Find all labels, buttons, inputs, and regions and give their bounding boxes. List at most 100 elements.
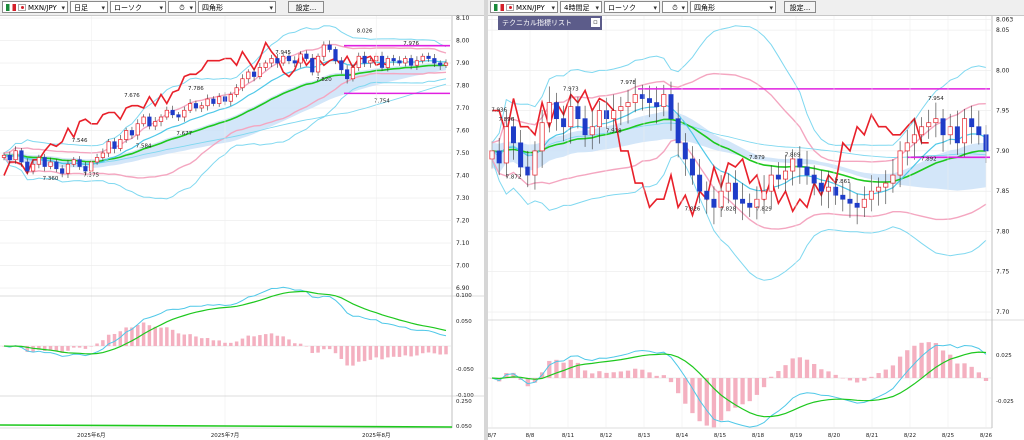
macd-histogram-bar	[769, 376, 774, 378]
candle-body	[275, 58, 280, 64]
candle-body	[647, 98, 653, 103]
candle-body	[263, 62, 268, 68]
macd-histogram-bar	[826, 371, 831, 378]
y-tick-label: 8.05	[996, 27, 1010, 34]
macd-histogram-bar	[304, 346, 309, 347]
macd-histogram-bar	[194, 336, 198, 346]
y-tick-label: 7.10	[456, 240, 470, 247]
candle-body	[618, 106, 624, 111]
candle-body	[718, 190, 724, 208]
candle-body	[825, 186, 831, 192]
indicator-list-popup[interactable]: テクニカル指標リスト ▫	[498, 16, 602, 30]
candle-body	[234, 87, 239, 95]
price-annotation: 7.754	[374, 98, 390, 104]
candle-body	[339, 60, 344, 71]
candle-body	[7, 154, 12, 161]
macd-histogram-bar	[316, 346, 320, 353]
macd-histogram-bar	[962, 363, 967, 378]
candle-body	[443, 62, 449, 66]
macd-histogram-bar	[804, 359, 810, 378]
candle-body	[385, 58, 390, 68]
candle-body	[30, 163, 36, 172]
candle-body	[911, 134, 917, 144]
macd-histogram-bar	[397, 346, 402, 357]
macd-histogram-bar	[582, 370, 588, 378]
macd-histogram-bar	[869, 376, 874, 378]
macd-histogram-bar	[72, 346, 76, 348]
candle-body	[811, 174, 817, 184]
candle-body	[604, 110, 610, 120]
macd-histogram-bar	[217, 340, 221, 346]
x-tick-label: 8/12	[600, 433, 612, 439]
macd-histogram-bar	[89, 346, 93, 347]
macd-histogram-bar	[438, 346, 442, 355]
candle-body	[368, 60, 373, 64]
y-tick-label: 7.95	[996, 108, 1010, 115]
candle-body	[356, 55, 361, 68]
macd-histogram-bar	[380, 346, 384, 360]
y-tick-label: 8.063	[996, 17, 1013, 24]
candle-body	[251, 71, 257, 77]
h4-chart-svg: 8.063 8.05 8.00 7.95 7.90 7.85 7.80 7.75 7.70 7.9…	[488, 16, 1024, 439]
macd-histogram-bar	[275, 335, 280, 346]
macd-histogram-bar	[153, 326, 157, 346]
candle-body	[315, 55, 321, 73]
candle-body	[632, 94, 638, 103]
candle-body	[310, 58, 315, 73]
candle-body	[71, 159, 76, 165]
price-annotation: 7.896	[498, 117, 514, 123]
candle-body	[868, 190, 874, 200]
candle-body	[954, 126, 960, 144]
screen: MXN/JPY 日足 ローソク ⏱ 四角形 設定... 8.108.007.90…	[0, 0, 1024, 440]
candle-body	[768, 174, 774, 192]
macd-histogram-bar	[618, 371, 624, 378]
candle-body	[106, 141, 111, 154]
macd-histogram-bar	[604, 372, 609, 378]
macd-histogram-bar	[339, 346, 344, 359]
candle-body	[596, 110, 602, 128]
close-icon[interactable]: ▫	[591, 18, 600, 27]
candle-body	[682, 142, 688, 160]
macd-histogram-bar	[726, 378, 731, 412]
candle-body	[420, 55, 425, 62]
y-tick-label: 7.85	[996, 188, 1010, 195]
candle-body	[141, 116, 146, 125]
macd-histogram-bar	[136, 324, 140, 346]
macd-histogram-bar	[351, 346, 355, 366]
price-annotation: 7.786	[188, 86, 204, 92]
candle-body	[675, 118, 681, 144]
price-annotation: 7.954	[928, 96, 944, 102]
price-annotation: 7.918	[606, 128, 622, 134]
second-oscillator-tick-label: 0.250	[456, 399, 472, 405]
macd-histogram-bar	[783, 365, 788, 378]
macd-histogram-bar	[625, 370, 631, 378]
candle-body	[883, 182, 889, 188]
y-tick-label: 7.60	[456, 128, 470, 135]
candle-body	[13, 150, 18, 161]
price-annotation: 7.861	[835, 179, 851, 185]
candle-body	[589, 126, 595, 136]
candle-body	[60, 168, 65, 174]
candle-body	[25, 161, 30, 172]
macd-histogram-bar	[683, 378, 688, 404]
x-tick-label: 8/25	[942, 433, 955, 439]
daily-chart-pane: MXN/JPY 日足 ローソク ⏱ 四角形 設定... 8.108.007.90…	[0, 0, 484, 440]
macd-histogram-bar	[199, 338, 204, 346]
macd-histogram-bar	[298, 343, 303, 346]
macd-histogram-bar	[281, 336, 285, 346]
candle-body	[298, 53, 303, 64]
candle-body	[292, 60, 297, 64]
macd-histogram-bar	[590, 373, 595, 378]
x-tick-label: 8/26	[980, 433, 993, 439]
price-annotation: 7.945	[275, 50, 291, 56]
macd-histogram-bar	[933, 343, 939, 378]
candle-body	[100, 152, 105, 158]
macd-histogram-bar	[159, 327, 163, 346]
macd-signal-line	[491, 351, 987, 418]
macd-histogram-bar	[833, 374, 838, 378]
macd-histogram-bar	[740, 378, 745, 405]
macd-histogram-bar	[409, 346, 413, 357]
macd-histogram-bar	[333, 346, 338, 354]
x-tick-label: 8/11	[562, 433, 574, 439]
candle-body	[350, 67, 356, 80]
